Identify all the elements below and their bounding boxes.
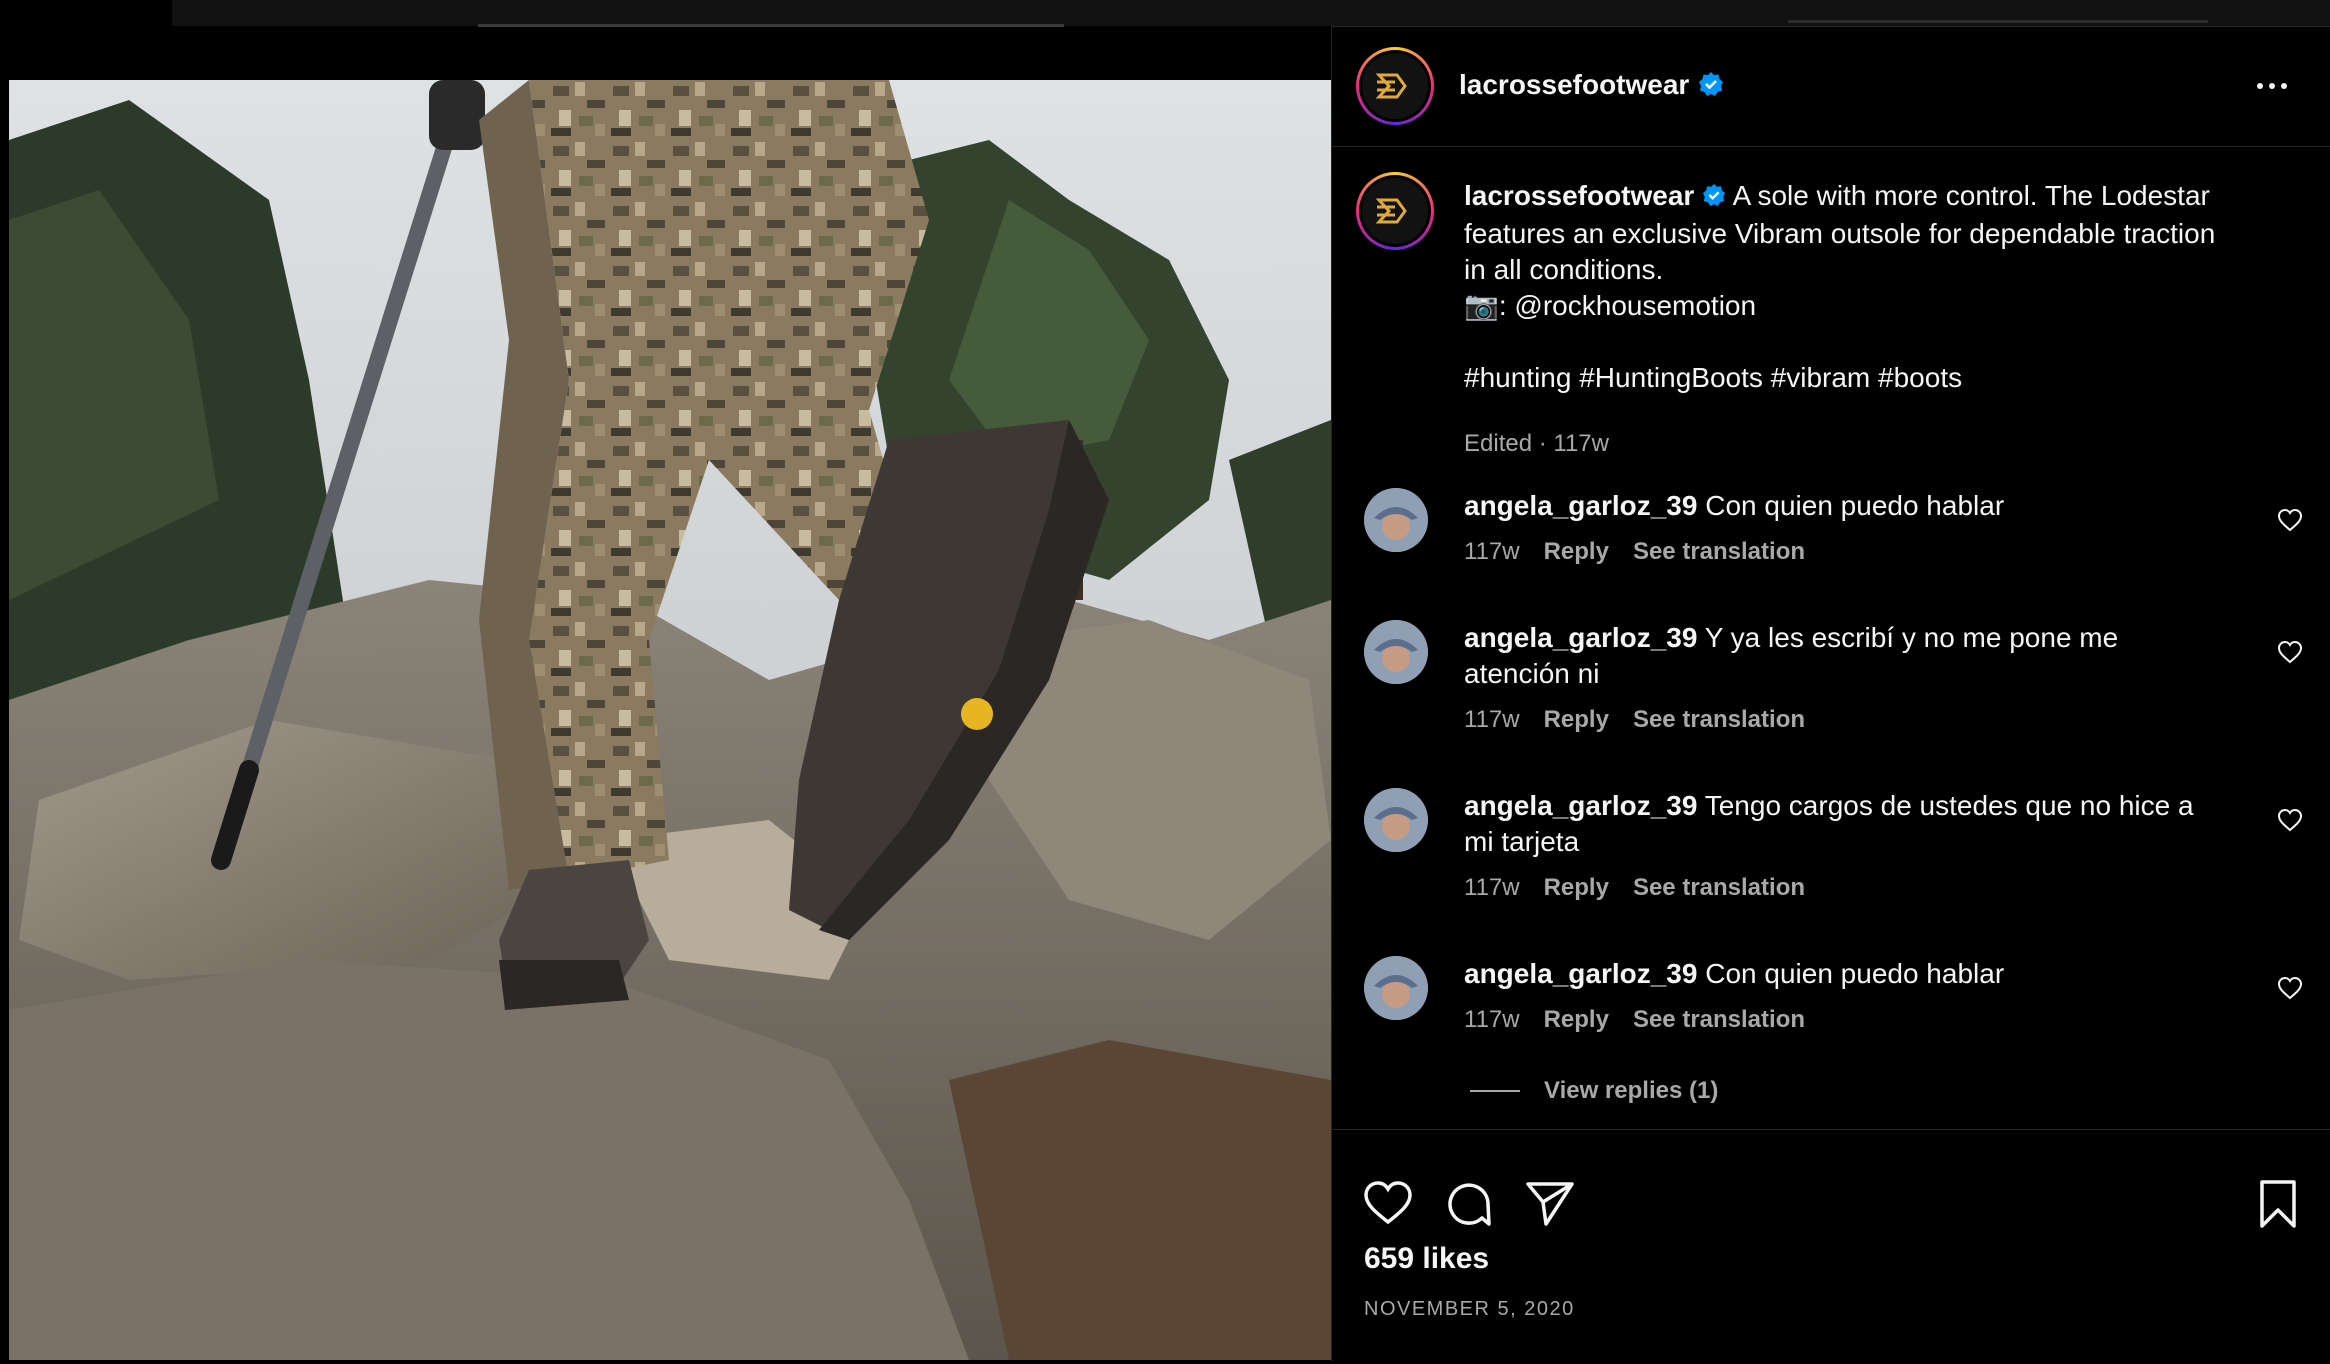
post-detail-panel: lacrossefootwear lacrossefootwear A sole… [1331, 26, 2330, 1361]
see-translation-button[interactable]: See translation [1633, 538, 1805, 566]
replies-dash [1470, 1090, 1520, 1092]
send-icon[interactable] [1524, 1178, 1576, 1230]
see-translation-button[interactable]: See translation [1633, 874, 1805, 902]
comment-item: angela_garloz_39 Con quien puedo hablar … [1332, 956, 2330, 1056]
view-replies-button[interactable]: View replies (1) [1470, 1077, 1718, 1105]
caption-line: in all conditions. [1464, 253, 1664, 285]
caption-text: lacrossefootwear A sole with more contro… [1464, 178, 2264, 396]
verified-badge-icon [1698, 71, 1724, 102]
caption-avatar[interactable] [1356, 172, 1434, 250]
lacrosse-logo-icon [1362, 53, 1428, 119]
more-options-icon[interactable] [2257, 75, 2297, 97]
commenter-avatar[interactable] [1364, 620, 1428, 684]
comment-time: 117w [1464, 1006, 1520, 1033]
post-image[interactable] [9, 80, 1331, 1360]
reply-button[interactable]: Reply [1544, 538, 1609, 566]
caption-line: features an exclusive Vibram outsole for… [1464, 217, 2216, 249]
action-bar: 659 likes NOVEMBER 5, 2020 [1332, 1129, 2330, 1364]
caption-username[interactable]: lacrossefootwear [1464, 180, 1694, 211]
post-header: lacrossefootwear [1332, 27, 2330, 147]
comment-item: angela_garloz_39 Con quien puedo hablar … [1332, 488, 2330, 588]
reply-button[interactable]: Reply [1544, 874, 1609, 902]
heart-icon[interactable] [2277, 640, 2303, 664]
comment-text: Con quien puedo hablar [1705, 490, 2005, 521]
background-divider [478, 24, 1064, 27]
verified-badge-icon [1702, 180, 1726, 216]
comment-text-continued: atención ni [1464, 658, 1600, 689]
view-replies-label: View replies (1) [1544, 1077, 1719, 1104]
comment-username[interactable]: angela_garloz_39 [1464, 490, 1697, 521]
comment-text: Y ya les escribí y no me pone me [1704, 622, 2119, 653]
profile-avatar[interactable] [1356, 47, 1434, 125]
commenter-avatar[interactable] [1364, 488, 1428, 552]
caption-line: A sole with more control. The Lodestar [1732, 180, 2210, 211]
background-divider [1788, 20, 2208, 23]
comment-icon[interactable] [1443, 1178, 1495, 1230]
comment-time: 117w [1464, 538, 1520, 565]
commenter-avatar[interactable] [1364, 956, 1428, 1020]
reply-button[interactable]: Reply [1544, 706, 1609, 734]
caption-credit[interactable]: 📷: @rockhousemotion [1464, 288, 2264, 324]
comment-item: angela_garloz_39 Y ya les escribí y no m… [1332, 620, 2330, 750]
commenter-avatar[interactable] [1364, 788, 1428, 852]
heart-icon[interactable] [2277, 976, 2303, 1000]
comment-time: 117w [1464, 874, 1520, 901]
comment-time: 117w [1464, 706, 1520, 733]
comment-text: Con quien puedo hablar [1705, 958, 2005, 989]
likes-count[interactable]: 659 likes [1364, 1242, 1489, 1276]
comment-username[interactable]: angela_garloz_39 [1464, 958, 1697, 989]
comment-username[interactable]: angela_garloz_39 [1464, 622, 1697, 653]
post-author-username[interactable]: lacrossefootwear [1459, 69, 1689, 101]
heart-icon[interactable] [2277, 808, 2303, 832]
lacrosse-logo-icon [1362, 178, 1428, 244]
comment-text: Tengo cargos de ustedes que no hice a [1704, 790, 2194, 821]
caption-hashtags[interactable]: #hunting #HuntingBoots #vibram #boots [1464, 360, 2264, 396]
heart-icon[interactable] [2277, 508, 2303, 532]
see-translation-button[interactable]: See translation [1633, 706, 1805, 734]
caption-meta: Edited · 117w [1464, 430, 1609, 457]
comment-username[interactable]: angela_garloz_39 [1464, 790, 1697, 821]
reply-button[interactable]: Reply [1544, 1006, 1609, 1034]
post-date: NOVEMBER 5, 2020 [1364, 1298, 1575, 1320]
see-translation-button[interactable]: See translation [1633, 1006, 1805, 1034]
hiker-on-rocks-illustration [9, 80, 1331, 1360]
heart-icon[interactable] [1362, 1178, 1414, 1230]
bookmark-icon[interactable] [2252, 1178, 2304, 1230]
comment-item: angela_garloz_39 Tengo cargos de ustedes… [1332, 788, 2330, 918]
comment-text-continued: mi tarjeta [1464, 826, 1580, 857]
